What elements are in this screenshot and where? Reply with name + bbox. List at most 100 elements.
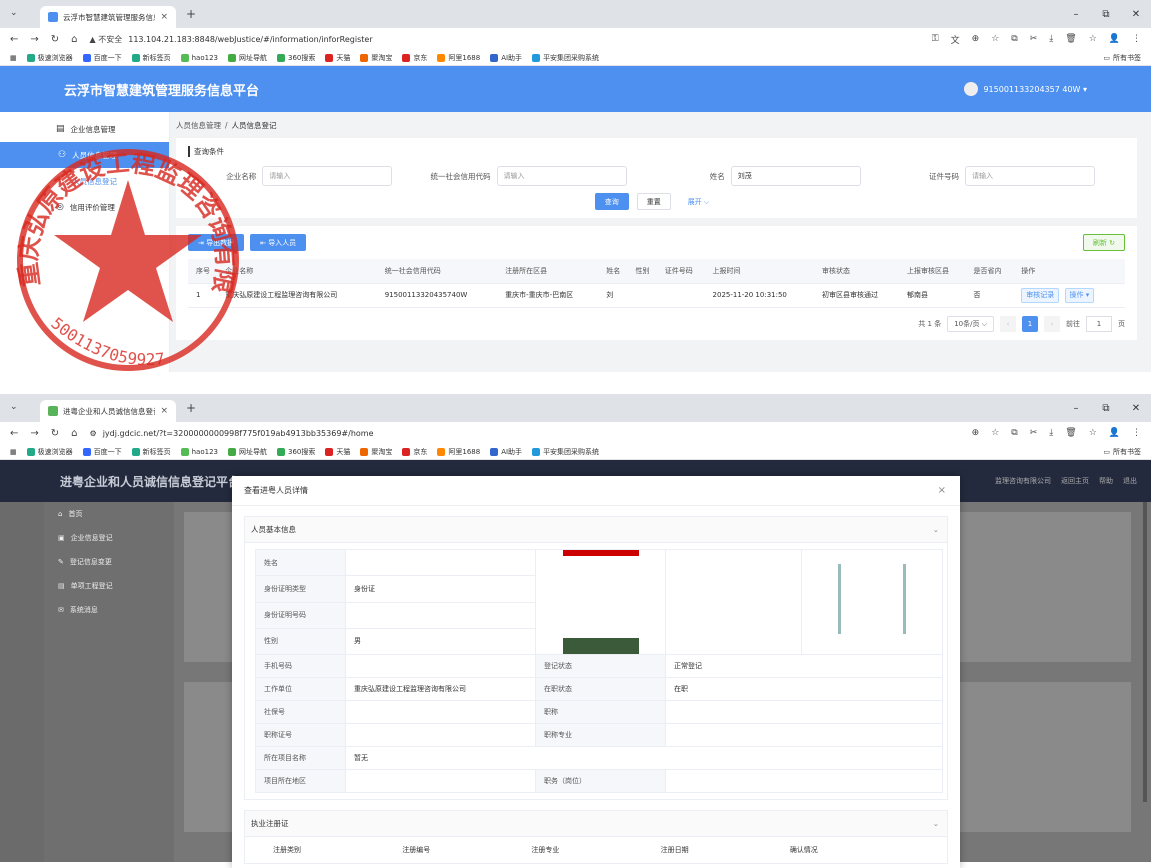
sidebar-item-messages[interactable]: ✉ 系统消息: [44, 598, 174, 622]
bookmark-item[interactable]: 百度一下: [82, 53, 122, 63]
user-menu[interactable]: 915001133204357 40W ▾: [964, 82, 1087, 96]
bookmark-item[interactable]: 360搜索: [277, 53, 315, 63]
apps-icon[interactable]: ▦: [10, 448, 17, 456]
page-1-button[interactable]: 1: [1022, 315, 1038, 332]
close-icon[interactable]: ×: [938, 485, 946, 496]
profile-icon[interactable]: 👤: [1109, 34, 1120, 44]
audit-record-button[interactable]: 审核记录: [1021, 287, 1060, 303]
sidebar-item-personnel[interactable]: ⚇ 人员信息管理: [0, 142, 169, 168]
trash-icon[interactable]: 🗑: [1065, 34, 1076, 44]
forward-icon[interactable]: →: [30, 428, 38, 439]
bookmark-item[interactable]: AI助手: [490, 53, 522, 63]
import-button[interactable]: ⇤ 导入人员: [250, 234, 307, 251]
breadcrumb-parent[interactable]: 人员信息管理: [176, 120, 221, 131]
tab-list-chevron-icon[interactable]: ⌄: [10, 8, 18, 18]
zoom-icon[interactable]: ⊕: [972, 428, 980, 438]
expand-button[interactable]: 展开 ⌵: [678, 193, 719, 210]
section-header[interactable]: 执业注册证 ⌄: [245, 811, 947, 837]
close-window-button[interactable]: ✕: [1121, 9, 1151, 20]
reset-button[interactable]: 重置: [636, 193, 671, 210]
bookmark-item[interactable]: 京东: [402, 53, 427, 63]
bookmark-item[interactable]: 阿里1688: [437, 53, 480, 63]
key-icon[interactable]: ⚿: [932, 34, 939, 44]
favorites-icon[interactable]: ☆: [1089, 34, 1097, 44]
sidebar-item-company[interactable]: ▤ 企业信息管理: [0, 116, 169, 142]
prev-page-button[interactable]: ‹: [1000, 315, 1016, 332]
sidebar-item-company-register[interactable]: ▣ 企业信息登记: [44, 526, 174, 550]
all-bookmarks[interactable]: ▭ 所有书签: [1103, 53, 1141, 63]
sidebar-item-personnel-register[interactable]: 人员信息登记: [0, 168, 169, 194]
menu-icon[interactable]: ⋮: [1132, 428, 1141, 438]
bookmark-item[interactable]: 新标签页: [131, 447, 171, 457]
bookmark-item[interactable]: 极速浏览器: [26, 447, 73, 457]
download-icon[interactable]: ⤓: [1049, 428, 1053, 438]
bookmark-item[interactable]: 平安集团采购系统: [532, 447, 599, 457]
extensions-icon[interactable]: ⧉: [1011, 34, 1017, 44]
home-icon[interactable]: ⌂: [71, 34, 77, 45]
browser-tab[interactable]: 进粤企业和人员诚信信息登记 ×: [40, 400, 176, 422]
profile-icon[interactable]: 👤: [1109, 428, 1120, 438]
bookmark-item[interactable]: 天猫: [325, 447, 350, 457]
bookmark-item[interactable]: 平安集团采购系统: [532, 53, 599, 63]
sidebar-item-project[interactable]: ▤ 单项工程登记: [44, 574, 174, 598]
forward-icon[interactable]: →: [30, 34, 38, 45]
insecure-warning[interactable]: ▲ 不安全: [90, 34, 123, 45]
bookmark-item[interactable]: 聚淘宝: [360, 447, 392, 457]
extensions-icon[interactable]: ⧉: [1011, 428, 1017, 438]
bookmark-item[interactable]: hao123: [180, 53, 218, 62]
chevron-down-icon[interactable]: ⌄: [933, 525, 939, 534]
url-field[interactable]: ⚙ jydj.gdcic.net/?t=3200000000998f775f01…: [90, 429, 960, 438]
page-size-select[interactable]: 10条/页 ⌵: [947, 315, 994, 332]
close-window-button[interactable]: ✕: [1121, 403, 1151, 414]
goto-page-input[interactable]: 1: [1086, 315, 1112, 332]
bookmark-item[interactable]: 360搜索: [277, 447, 315, 457]
sidebar-item-credit[interactable]: ◎ 信用评价管理: [0, 194, 169, 220]
close-tab-icon[interactable]: ×: [160, 406, 168, 416]
bookmark-item[interactable]: 新标签页: [131, 53, 171, 63]
chevron-down-icon[interactable]: ⌄: [933, 819, 939, 828]
favorites-icon[interactable]: ☆: [1089, 428, 1097, 438]
all-bookmarks[interactable]: ▭ 所有书签: [1103, 447, 1141, 457]
id-number-input[interactable]: 请输入: [965, 166, 1095, 186]
home-link[interactable]: 返回主页: [1061, 476, 1089, 486]
bookmark-item[interactable]: 网址导航: [228, 447, 267, 457]
next-page-button[interactable]: ›: [1044, 315, 1060, 332]
minimize-button[interactable]: –: [1061, 403, 1091, 414]
credit-code-input[interactable]: 请输入: [496, 166, 627, 186]
bookmark-item[interactable]: AI助手: [490, 447, 522, 457]
scrollbar[interactable]: [1143, 502, 1147, 802]
star-icon[interactable]: ☆: [991, 428, 999, 438]
close-tab-icon[interactable]: ×: [160, 12, 168, 22]
browser-tab[interactable]: 云浮市智慧建筑管理服务信息平 ×: [40, 6, 176, 28]
star-icon[interactable]: ☆: [991, 34, 999, 44]
url-field[interactable]: ▲ 不安全 113.104.21.183:8848/webJustice/#/i…: [90, 34, 920, 45]
download-icon[interactable]: ⤓: [1049, 34, 1053, 44]
bookmark-item[interactable]: hao123: [180, 447, 218, 456]
bookmark-item[interactable]: 极速浏览器: [26, 53, 73, 63]
tab-list-chevron-icon[interactable]: ⌄: [10, 402, 18, 412]
scissors-icon[interactable]: ✂: [1030, 34, 1038, 44]
back-icon[interactable]: ←: [10, 428, 18, 439]
restore-button[interactable]: ⧉: [1091, 403, 1121, 414]
trash-icon[interactable]: 🗑: [1065, 428, 1076, 438]
bookmark-item[interactable]: 阿里1688: [437, 447, 480, 457]
bookmark-item[interactable]: 网址导航: [228, 53, 267, 63]
section-header[interactable]: 人员基本信息 ⌄: [245, 517, 947, 543]
logout-link[interactable]: 退出: [1123, 476, 1137, 486]
bookmark-item[interactable]: 天猫: [325, 53, 350, 63]
new-tab-button[interactable]: +: [186, 7, 196, 21]
search-button[interactable]: 查询: [594, 193, 629, 210]
bookmark-item[interactable]: 聚淘宝: [360, 53, 392, 63]
company-name-input[interactable]: 请输入: [262, 166, 393, 186]
apps-icon[interactable]: ▦: [10, 54, 17, 62]
zoom-icon[interactable]: ⊕: [972, 34, 980, 44]
back-icon[interactable]: ←: [10, 34, 18, 45]
bookmark-item[interactable]: 京东: [402, 447, 427, 457]
export-button[interactable]: ⇥ 导出数据: [188, 234, 245, 251]
name-input[interactable]: 刘茂: [730, 166, 861, 186]
table-row[interactable]: 1 重庆弘原建设工程监理咨询有限公司 91500113320435740W 重庆…: [188, 283, 1125, 308]
scissors-icon[interactable]: ✂: [1030, 428, 1038, 438]
home-icon[interactable]: ⌂: [71, 428, 77, 439]
help-link[interactable]: 帮助: [1099, 476, 1113, 486]
restore-button[interactable]: ⧉: [1091, 9, 1121, 20]
